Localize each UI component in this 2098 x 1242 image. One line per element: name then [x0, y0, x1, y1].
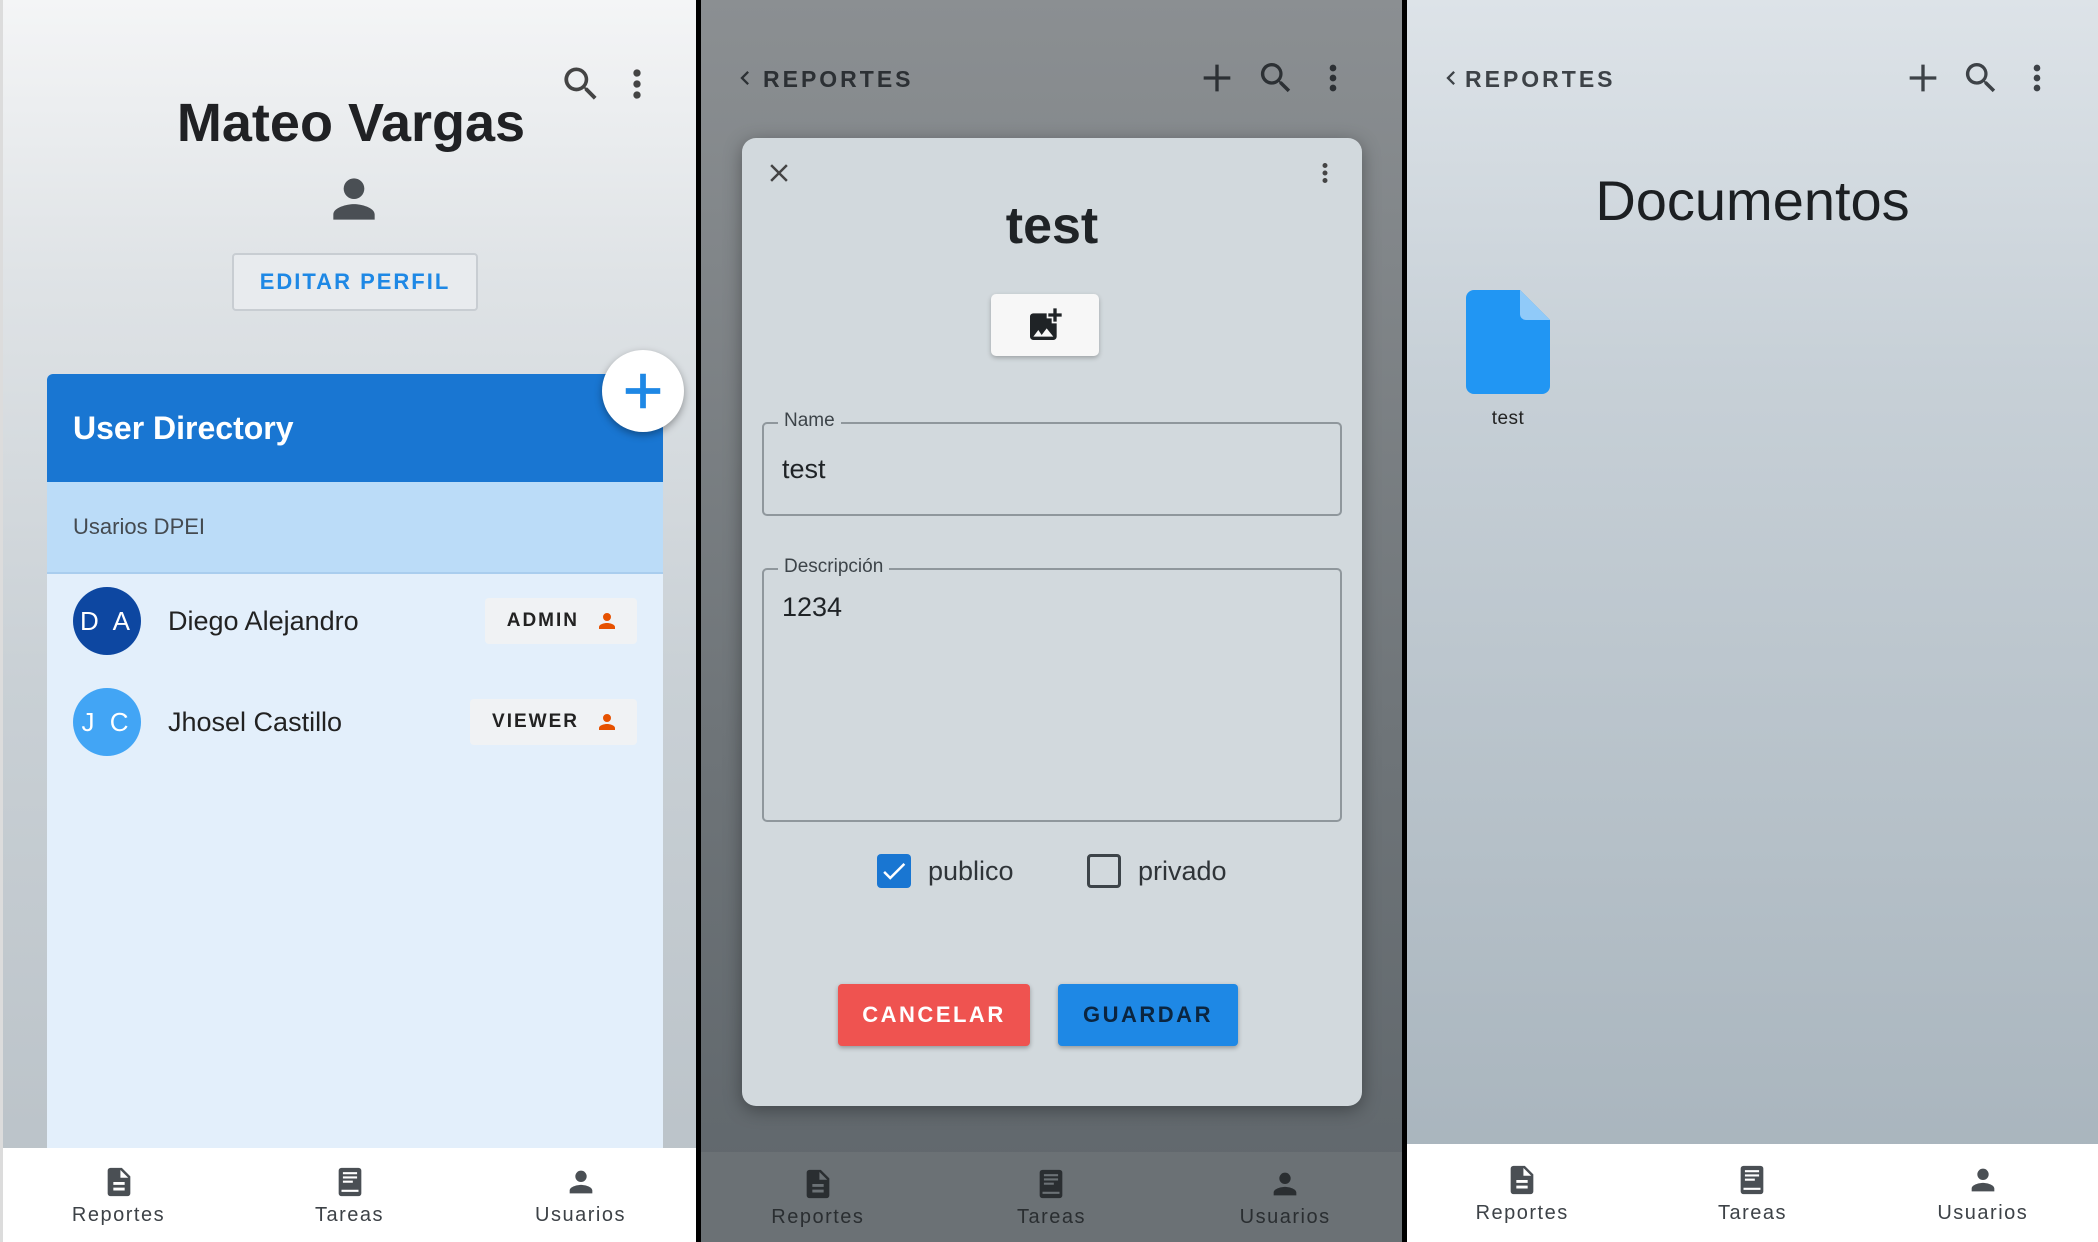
- plus-icon[interactable]: [1197, 58, 1237, 98]
- name-input[interactable]: [782, 454, 1322, 485]
- profile-screen: Mateo Vargas EDITAR PERFIL User Director…: [0, 0, 696, 1242]
- description-field[interactable]: Descripción 1234: [762, 556, 1342, 822]
- bottom-navigation: Reportes Tareas Usuarios: [1407, 1144, 2098, 1242]
- person-icon: [595, 609, 619, 633]
- private-checkbox[interactable]: privado: [1087, 854, 1227, 888]
- nav-item-usuarios[interactable]: Usuarios: [1185, 1166, 1385, 1229]
- user-name: Jhosel Castillo: [168, 706, 343, 737]
- book-icon: [1034, 1166, 1068, 1202]
- public-label: publico: [928, 855, 1014, 886]
- checkbox-checked-icon[interactable]: [877, 854, 911, 888]
- back-label[interactable]: REPORTES: [1465, 66, 1616, 93]
- search-icon[interactable]: [1256, 58, 1296, 98]
- document-name: test: [1491, 408, 1525, 429]
- nav-label: Usuarios: [535, 1203, 626, 1226]
- file-icon: [1466, 290, 1550, 394]
- nav-label: Usuarios: [1937, 1201, 2029, 1224]
- more-vert-icon[interactable]: [2017, 58, 2057, 98]
- book-icon: [1735, 1162, 1769, 1198]
- document-icon: [801, 1166, 835, 1202]
- directory-title: User Directory: [47, 374, 663, 482]
- nav-label: Tareas: [314, 1203, 385, 1226]
- plus-icon[interactable]: [1903, 58, 1943, 98]
- nav-label: Tareas: [1717, 1201, 1787, 1224]
- nav-item-tareas[interactable]: Tareas: [250, 1164, 450, 1227]
- user-row[interactable]: D A Diego Alejandro ADMIN: [73, 586, 637, 656]
- checkbox-unchecked-icon[interactable]: [1087, 854, 1121, 888]
- search-icon[interactable]: [1961, 58, 2001, 98]
- report-dialog: test Name Descripción 1234 publico priva…: [742, 138, 1362, 1106]
- book-icon: [333, 1164, 367, 1200]
- person-icon: [595, 710, 619, 734]
- person-icon: [323, 168, 385, 230]
- cancel-button[interactable]: CANCELAR: [838, 984, 1030, 1046]
- report-dialog-screen: REPORTES test Name Descripción 1234: [701, 0, 1402, 1242]
- bottom-navigation: Reportes Tareas Usuarios: [701, 1152, 1402, 1242]
- bottom-navigation: Reportes Tareas Usuarios: [3, 1148, 696, 1242]
- edit-profile-button[interactable]: EDITAR PERFIL: [232, 253, 478, 311]
- description-input[interactable]: 1234: [782, 592, 1322, 810]
- page-title: Documentos: [1595, 169, 1910, 232]
- plus-icon: [620, 368, 666, 414]
- person-icon: [564, 1164, 598, 1200]
- document-icon: [102, 1164, 136, 1200]
- chevron-left-icon[interactable]: [731, 64, 759, 92]
- role-badge[interactable]: ADMIN: [484, 598, 637, 644]
- add-user-button[interactable]: [602, 350, 684, 432]
- profile-name: Mateo Vargas: [176, 93, 526, 153]
- name-field-label: Name: [778, 410, 841, 432]
- nav-item-tareas[interactable]: Tareas: [951, 1166, 1151, 1229]
- user-row[interactable]: J C Jhosel Castillo VIEWER: [73, 687, 637, 757]
- role-label: VIEWER: [492, 711, 579, 732]
- description-field-label: Descripción: [778, 556, 890, 578]
- document-item[interactable]: test: [1463, 290, 1553, 430]
- nav-label: Reportes: [1475, 1201, 1569, 1224]
- save-button[interactable]: GUARDAR: [1058, 984, 1238, 1046]
- person-icon: [1966, 1162, 2000, 1198]
- private-label: privado: [1138, 855, 1227, 886]
- dialog-title: test: [1005, 197, 1099, 255]
- back-label[interactable]: REPORTES: [763, 66, 914, 93]
- documents-screen: REPORTES Documentos test Reportes Tareas…: [1407, 0, 2098, 1242]
- avatar: D A: [73, 587, 141, 655]
- nav-item-reportes[interactable]: Reportes: [1422, 1162, 1622, 1225]
- role-badge[interactable]: VIEWER: [470, 699, 637, 745]
- user-directory-card: User Directory Usarios DPEI D A Diego Al…: [47, 374, 663, 1150]
- name-field[interactable]: Name: [762, 410, 1342, 516]
- close-icon[interactable]: [764, 158, 794, 188]
- person-icon: [1268, 1166, 1302, 1202]
- nav-label: Tareas: [1016, 1205, 1086, 1228]
- user-name: Diego Alejandro: [168, 605, 359, 636]
- more-vert-icon[interactable]: [1310, 158, 1340, 188]
- nav-label: Reportes: [771, 1205, 865, 1228]
- add-image-button[interactable]: [991, 294, 1099, 356]
- public-checkbox[interactable]: publico: [877, 854, 1014, 888]
- directory-subtitle: Usarios DPEI: [47, 482, 663, 574]
- nav-item-usuarios[interactable]: Usuarios: [481, 1164, 681, 1227]
- nav-label: Reportes: [71, 1203, 166, 1226]
- nav-item-tareas[interactable]: Tareas: [1652, 1162, 1852, 1225]
- nav-label: Usuarios: [1239, 1205, 1331, 1228]
- nav-item-reportes[interactable]: Reportes: [19, 1164, 219, 1227]
- nav-item-usuarios[interactable]: Usuarios: [1883, 1162, 2083, 1225]
- more-vert-icon[interactable]: [1313, 58, 1353, 98]
- avatar: J C: [73, 688, 141, 756]
- add-photo-icon: [1025, 305, 1065, 345]
- role-label: ADMIN: [506, 610, 579, 631]
- document-icon: [1505, 1162, 1539, 1198]
- nav-item-reportes[interactable]: Reportes: [718, 1166, 918, 1229]
- chevron-left-icon[interactable]: [1437, 64, 1465, 92]
